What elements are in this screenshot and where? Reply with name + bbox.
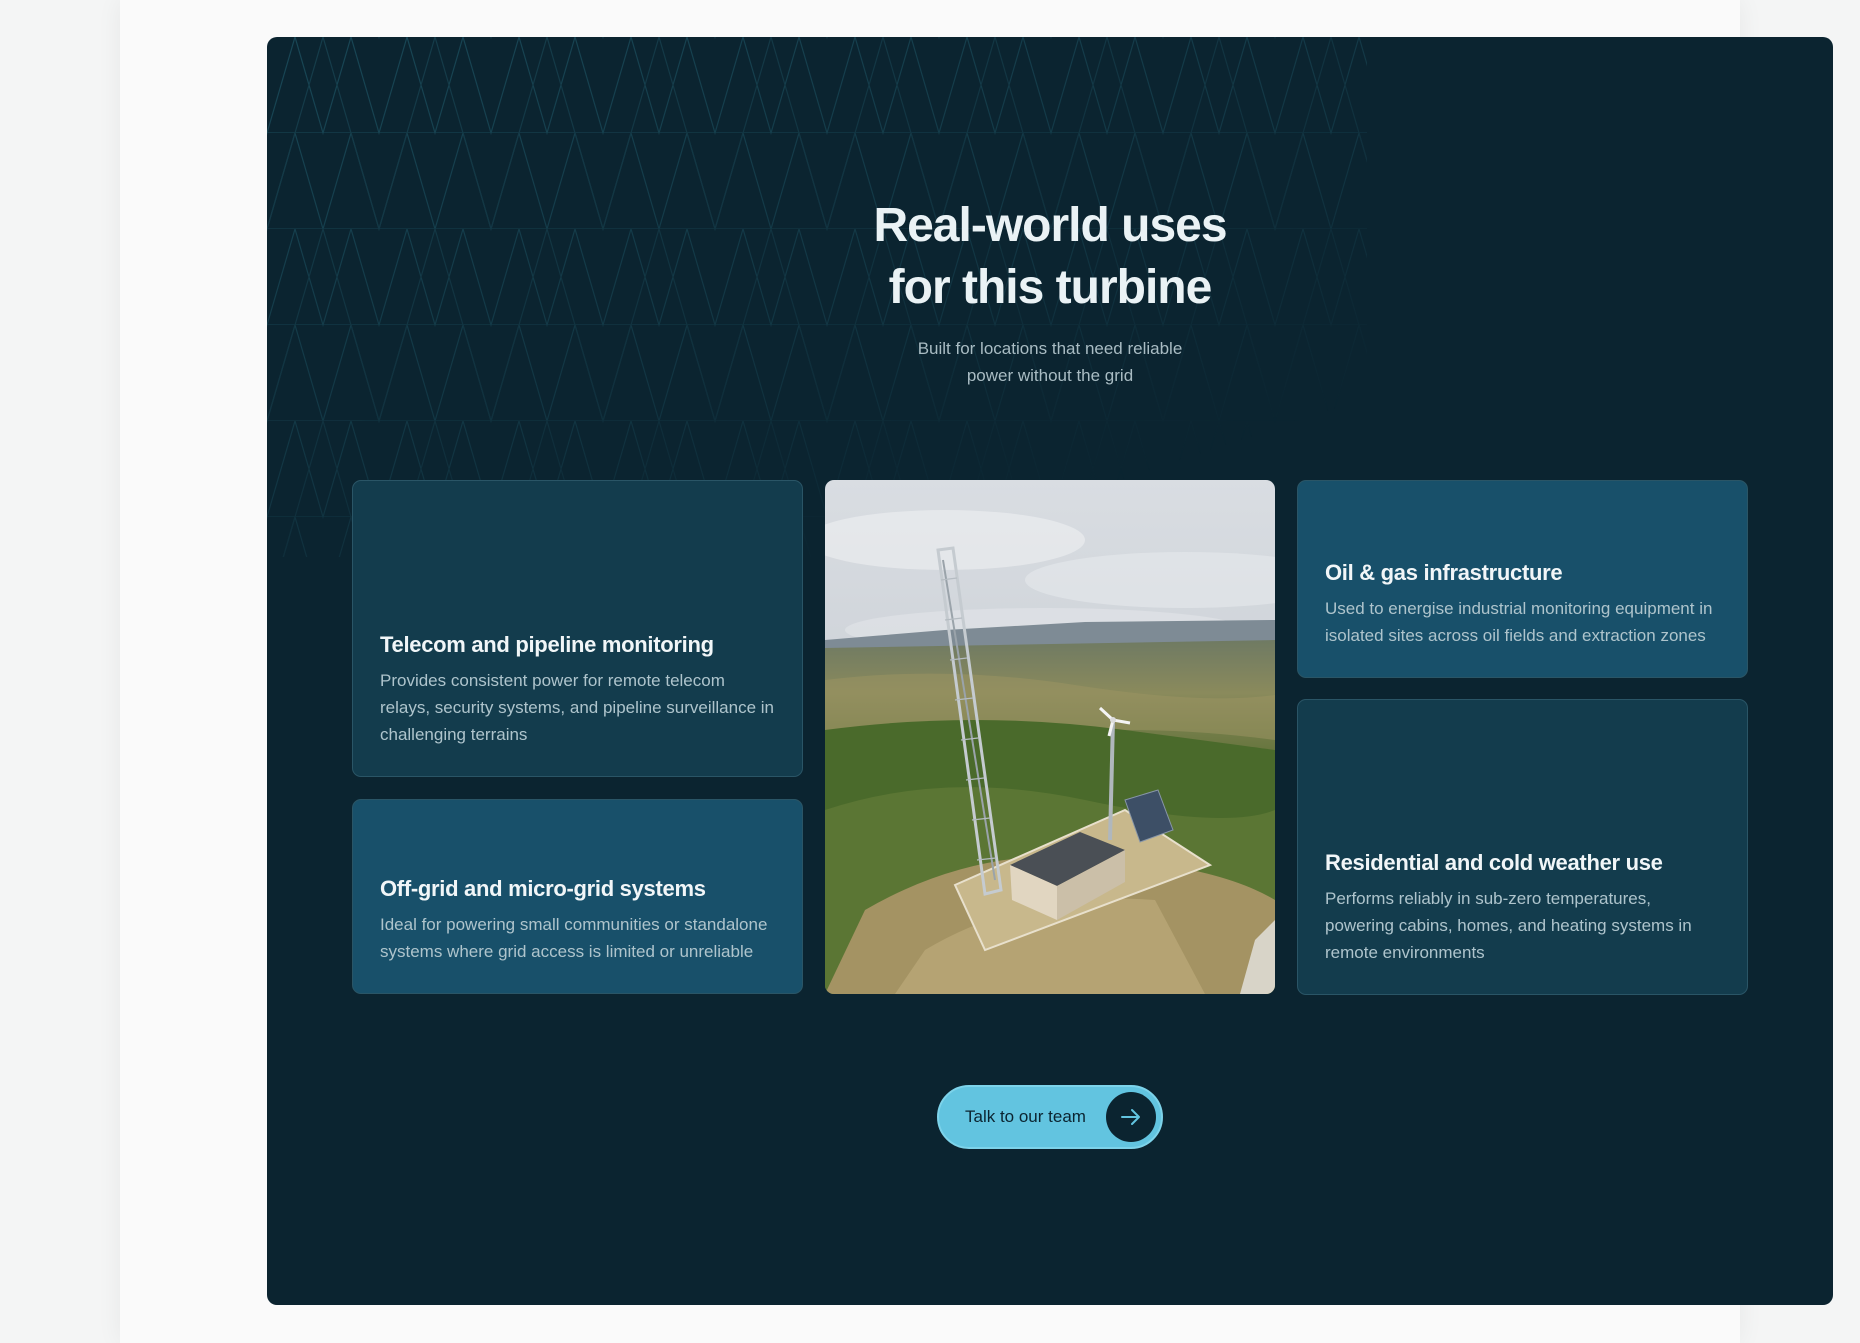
use-case-card-oil-gas: Oil & gas infrastructure Used to energis… bbox=[1297, 480, 1748, 678]
section-title: Real-world uses for this turbine bbox=[267, 195, 1833, 319]
card-description: Performs reliably in sub-zero temperatur… bbox=[1325, 889, 1692, 962]
use-case-card-residential: Residential and cold weather use Perform… bbox=[1297, 699, 1748, 995]
cta-icon-circle bbox=[1106, 1092, 1156, 1142]
card-title: Residential and cold weather use bbox=[1325, 850, 1663, 875]
card-description: Provides consistent power for remote tel… bbox=[380, 671, 775, 744]
section-title-line1: Real-world uses bbox=[873, 199, 1227, 252]
use-case-card-telecom: Telecom and pipeline monitoring Provides… bbox=[352, 480, 803, 777]
arrow-right-icon bbox=[1121, 1109, 1140, 1125]
page-container: Real-world uses for this turbine Built f… bbox=[120, 0, 1833, 1343]
turbine-site-photo bbox=[825, 480, 1275, 994]
cta-label: Talk to our team bbox=[965, 1107, 1086, 1126]
card-description: Ideal for powering small communities or … bbox=[380, 915, 768, 961]
card-title: Oil & gas infrastructure bbox=[1325, 560, 1563, 585]
use-cases-section: Real-world uses for this turbine Built f… bbox=[267, 37, 1833, 1305]
talk-to-team-button[interactable]: Talk to our team bbox=[937, 1085, 1163, 1149]
section-subtitle: Built for locations that need reliable p… bbox=[917, 339, 1183, 385]
card-title: Off-grid and micro-grid systems bbox=[380, 876, 706, 901]
use-case-card-off-grid: Off-grid and micro-grid systems Ideal fo… bbox=[352, 799, 803, 994]
card-description: Used to energise industrial monitoring e… bbox=[1325, 599, 1713, 645]
section-title-line2: for this turbine bbox=[888, 261, 1213, 314]
card-title: Telecom and pipeline monitoring bbox=[380, 632, 714, 657]
